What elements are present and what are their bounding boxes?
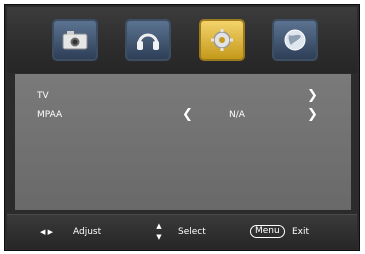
tab-sound[interactable] (125, 19, 171, 61)
setting-label: MPAA (37, 110, 63, 120)
exit-hint: Exit (292, 227, 310, 237)
left-right-arrows-icon: ◀ ▶ (40, 228, 53, 236)
chevron-left-icon[interactable]: ❮ (182, 108, 193, 122)
menu-key-icon: Menu (250, 215, 285, 249)
gear-icon (211, 29, 233, 51)
up-down-arrows-icon: ▲ ▼ (156, 222, 162, 241)
tab-setup[interactable] (199, 19, 245, 61)
headphones-icon (137, 33, 159, 50)
setting-row-tv[interactable]: TV ❯ (15, 89, 351, 103)
camera-icon (62, 31, 88, 50)
setting-value: N/A (229, 110, 245, 120)
menu-window: TV ❯ MPAA ❮ N/A ❯ ◀ ▶ Adjust ▲ ▼ Select M… (4, 4, 360, 251)
setting-row-mpaa[interactable]: MPAA ❮ N/A ❯ (15, 108, 351, 122)
globe-icon (284, 29, 306, 51)
chevron-right-icon[interactable]: ❯ (307, 108, 318, 122)
tab-picture[interactable] (52, 19, 98, 61)
select-hint: Select (178, 227, 206, 237)
setting-label: TV (37, 91, 49, 101)
key-hint-bar: ◀ ▶ Adjust ▲ ▼ Select Menu Exit (7, 214, 357, 249)
adjust-hint: Adjust (73, 227, 102, 237)
tab-lock[interactable] (272, 19, 318, 61)
settings-panel: TV ❯ MPAA ❮ N/A ❯ (15, 74, 351, 210)
chevron-right-icon[interactable]: ❯ (307, 89, 318, 103)
menu-tab-bar (7, 7, 357, 73)
